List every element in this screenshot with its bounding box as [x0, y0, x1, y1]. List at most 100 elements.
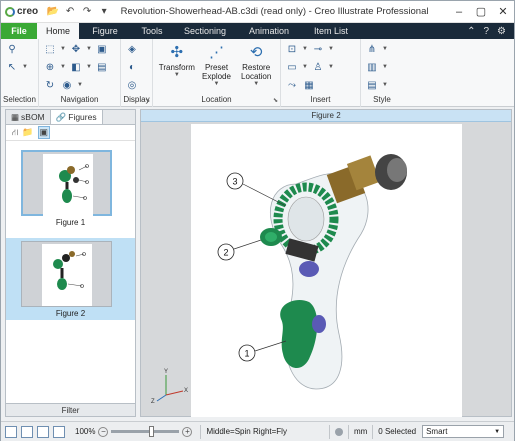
chevron-down-icon[interactable]: ▼	[382, 46, 388, 52]
zoom-out-button[interactable]: −	[98, 426, 109, 437]
figure-thumbnail-1[interactable]: Figure 1	[6, 147, 135, 229]
view-orient-icon[interactable]: ◧	[69, 60, 83, 74]
tab-figures[interactable]: 🔗 Figures	[49, 110, 103, 124]
folder-icon[interactable]: 📁	[22, 127, 33, 138]
thumbnail-frame	[21, 150, 112, 216]
selection-count: 0 Selected	[378, 427, 417, 436]
showerhead-exploded-view: 3 2 1	[217, 154, 407, 390]
axis-x-label: X	[184, 388, 188, 394]
restore-location-button[interactable]: ⟲ Restore Location ▼	[236, 42, 276, 87]
maximize-button[interactable]: ▢	[470, 1, 492, 23]
thumbnail-paper	[42, 244, 92, 306]
tab-tools[interactable]: Tools	[131, 23, 173, 39]
chevron-down-icon[interactable]: ▼	[60, 64, 66, 70]
chevron-down-icon[interactable]: ▼	[382, 64, 388, 70]
tab-sbom[interactable]: ▦ sBOM	[6, 110, 50, 124]
dialog-launcher-icon[interactable]: ⬊	[145, 97, 150, 104]
minimize-button[interactable]: –	[448, 1, 470, 23]
color-style-icon[interactable]: ▥	[365, 60, 379, 74]
line-style-icon[interactable]: ⋔	[365, 42, 379, 56]
transform-label: Transform	[158, 63, 195, 72]
chevron-down-icon[interactable]: ▼	[302, 46, 308, 52]
close-button[interactable]: ✕	[492, 1, 514, 23]
dialog-launcher-icon[interactable]: ⬊	[273, 97, 278, 104]
thumbnail-paper	[43, 154, 93, 216]
saved-views-icon[interactable]: ▤	[95, 60, 109, 74]
zoom-window-icon[interactable]: ⬚	[43, 42, 57, 56]
chevron-down-icon[interactable]: ▼	[86, 64, 92, 70]
binoculars-icon[interactable]: ⚲	[5, 42, 19, 56]
ribbon-right-controls: ⌃ ? ⚙	[467, 23, 514, 39]
leader-icon[interactable]: ⊸	[311, 42, 325, 56]
visibility-icon[interactable]: ◎	[125, 78, 139, 92]
note-icon[interactable]: ▭	[285, 60, 299, 74]
group-insert: ⊡ ▼ ⊸ ▼ ▭ ▼ ♙ ▼ ⤳ ▦ Insert	[281, 39, 361, 107]
chevron-down-icon[interactable]: ▼	[328, 64, 334, 70]
chevron-down-icon[interactable]: ▼	[60, 46, 66, 52]
thumbnail-view-icon[interactable]: ▣	[37, 126, 51, 139]
zoom-slider[interactable]	[111, 426, 180, 437]
customize-toolbar-icon[interactable]: ▾	[97, 5, 111, 19]
settings-icon[interactable]: ⚙	[497, 26, 506, 37]
zoom-slider-thumb[interactable]	[149, 426, 155, 437]
group-label-insert: Insert	[310, 95, 331, 104]
tab-sectioning[interactable]: Sectioning	[173, 23, 237, 39]
layout-full-icon[interactable]	[53, 425, 65, 438]
select-arrow-icon[interactable]: ↖	[5, 60, 19, 74]
chevron-down-icon[interactable]: ▼	[22, 64, 28, 70]
restore-location-label: Restore Location	[241, 63, 272, 81]
fill-style-icon[interactable]: ▤	[365, 78, 379, 92]
camera-icon[interactable]: ◉	[60, 78, 74, 92]
tab-file[interactable]: File	[1, 23, 37, 39]
transform-button[interactable]: ✣ Transform ▼	[157, 42, 197, 87]
zoom-in-button[interactable]: +	[182, 426, 193, 437]
status-bar: 100% − + Middle=Spin Right=Fly mm 0 Sele…	[1, 421, 514, 441]
pan-icon[interactable]: ✥	[69, 42, 83, 56]
tree-view-icon[interactable]: ⛙	[12, 127, 18, 139]
graphics-canvas[interactable]: Figure 2 3 2 1 Y Z X	[140, 109, 512, 417]
filter-bar[interactable]: Filter	[6, 403, 135, 416]
chevron-down-icon[interactable]: ▼	[302, 64, 308, 70]
tab-home[interactable]: Home	[37, 23, 79, 39]
tab-item-list[interactable]: Item List	[301, 23, 361, 39]
tab-figures-label: Figures	[68, 112, 97, 122]
axis-triad: Y Z X	[151, 369, 188, 405]
explode-icon: ⋰	[209, 44, 224, 61]
divider	[372, 424, 374, 439]
divider	[200, 424, 202, 439]
undo-icon[interactable]: ↶	[63, 5, 77, 19]
chevron-down-icon[interactable]: ▼	[77, 82, 83, 88]
help-icon[interactable]: ?	[483, 26, 489, 37]
redo-icon[interactable]: ↷	[80, 5, 94, 19]
display-style-icon[interactable]: ◈	[125, 42, 139, 56]
zoom-icon[interactable]: ⊕	[43, 60, 57, 74]
ribbon-expand-icon[interactable]: ⌃	[467, 26, 475, 37]
preset-explode-button[interactable]: ⋰ Preset Explode ▼	[197, 42, 237, 87]
arrow-icon[interactable]: ⤳	[285, 78, 299, 92]
divider	[328, 424, 330, 439]
selection-filter-select[interactable]: Smart ▼	[422, 425, 505, 438]
fit-icon[interactable]: ▣	[95, 42, 109, 56]
chevron-down-icon[interactable]: ▼	[328, 46, 334, 52]
chevron-down-icon[interactable]: ▼	[382, 82, 388, 88]
spin-icon[interactable]: ↻	[43, 78, 57, 92]
image-icon[interactable]: ▦	[302, 78, 316, 92]
callout-icon[interactable]: ⊡	[285, 42, 299, 56]
layout-single-icon[interactable]	[5, 425, 17, 438]
figure-thumbnail-2[interactable]: Figure 2	[6, 238, 135, 320]
figure-sheet[interactable]: 3 2 1	[191, 124, 462, 417]
shading-icon[interactable]: ◐	[125, 60, 139, 74]
figure-caption: Figure 2	[55, 309, 86, 318]
divider	[347, 424, 349, 439]
tab-figure[interactable]: Figure	[79, 23, 131, 39]
chevron-down-icon[interactable]: ▼	[86, 46, 92, 52]
paddle-seal	[312, 315, 326, 333]
tab-animation[interactable]: Animation	[237, 23, 301, 39]
layout-panel-icon[interactable]	[37, 425, 49, 438]
window-title: Revolution-Showerhead-AB.c3di (read only…	[120, 6, 429, 17]
callout-3-text: 3	[232, 177, 237, 187]
symbol-icon[interactable]: ♙	[311, 60, 325, 74]
open-folder-icon[interactable]: 📂	[46, 5, 60, 19]
layout-split-icon[interactable]	[21, 425, 33, 438]
status-indicator-icon	[334, 427, 343, 436]
